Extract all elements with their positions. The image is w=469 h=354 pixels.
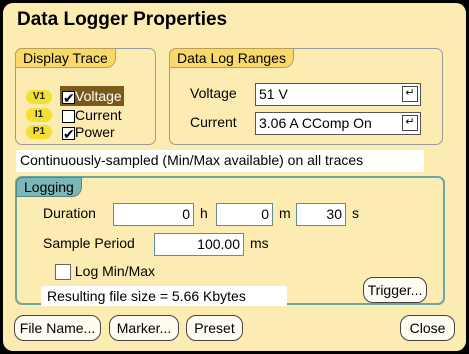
trace-badge-p1: P1 [26, 125, 52, 139]
duration-label: Duration [43, 205, 96, 221]
logging-label: Logging [16, 177, 82, 197]
data-logger-properties-dialog: Data Logger Properties Display Trace V1 … [3, 3, 466, 351]
minutes-unit: m [279, 205, 291, 221]
sample-period-field[interactable]: 100.00 [154, 233, 244, 256]
marker-button[interactable]: Marker... [109, 315, 179, 341]
preset-button[interactable]: Preset [186, 315, 243, 341]
display-trace-label: Display Trace [15, 48, 116, 68]
trace-power-checkbox[interactable] [62, 124, 75, 144]
trace-voltage-checkbox[interactable] [62, 88, 75, 108]
range-voltage-select[interactable]: 51 V ↵ [255, 83, 421, 106]
trace-badge-i1: I1 [26, 108, 52, 122]
duration-seconds-field[interactable]: 30 [296, 203, 346, 226]
trace-voltage-checkbox-row[interactable]: Voltage [60, 86, 124, 108]
range-current-label: Current [190, 114, 237, 130]
enter-icon[interactable]: ↵ [402, 115, 418, 131]
dialog-title: Data Logger Properties [17, 9, 228, 30]
trace-voltage-label: Voltage [75, 88, 122, 104]
sampling-info: Continuously-sampled (Min/Max available)… [16, 150, 424, 172]
trace-current-label: Current [75, 107, 122, 123]
log-minmax-label: Log Min/Max [74, 263, 156, 279]
range-voltage-value: 51 V [259, 86, 288, 102]
display-trace-group: Display Trace V1 Voltage I1 Current P1 P… [15, 48, 156, 145]
range-current-value: 3.06 A CComp On [259, 115, 372, 131]
logging-group: Logging Duration 0 h 0 m 30 s Sample Per… [15, 176, 445, 306]
close-button[interactable]: Close [400, 315, 455, 341]
trace-current-checkbox[interactable] [62, 109, 75, 123]
hours-unit: h [200, 205, 208, 221]
sample-period-label: Sample Period [43, 235, 135, 251]
duration-minutes-field[interactable]: 0 [216, 203, 273, 226]
range-voltage-label: Voltage [190, 85, 237, 101]
trace-power-checkbox-row[interactable]: Power [62, 122, 115, 144]
data-log-ranges-label: Data Log Ranges [169, 48, 294, 68]
sample-period-unit: ms [250, 235, 269, 251]
seconds-unit: s [352, 205, 359, 221]
duration-hours-field[interactable]: 0 [113, 203, 194, 226]
file-size-info: Resulting file size = 5.66 Kbytes [41, 286, 287, 306]
file-name-button[interactable]: File Name... [14, 315, 101, 341]
range-current-select[interactable]: 3.06 A CComp On ↵ [255, 112, 421, 135]
trigger-button[interactable]: Trigger... [363, 277, 427, 303]
enter-icon[interactable]: ↵ [402, 86, 418, 102]
log-minmax-checkbox[interactable] [55, 264, 71, 281]
log-minmax-checkbox-row[interactable]: Log Min/Max [55, 261, 155, 281]
trace-power-label: Power [75, 124, 115, 140]
trace-badge-v1: V1 [26, 90, 52, 104]
data-log-ranges-group: Data Log Ranges Voltage 51 V ↵ Current 3… [169, 48, 443, 145]
